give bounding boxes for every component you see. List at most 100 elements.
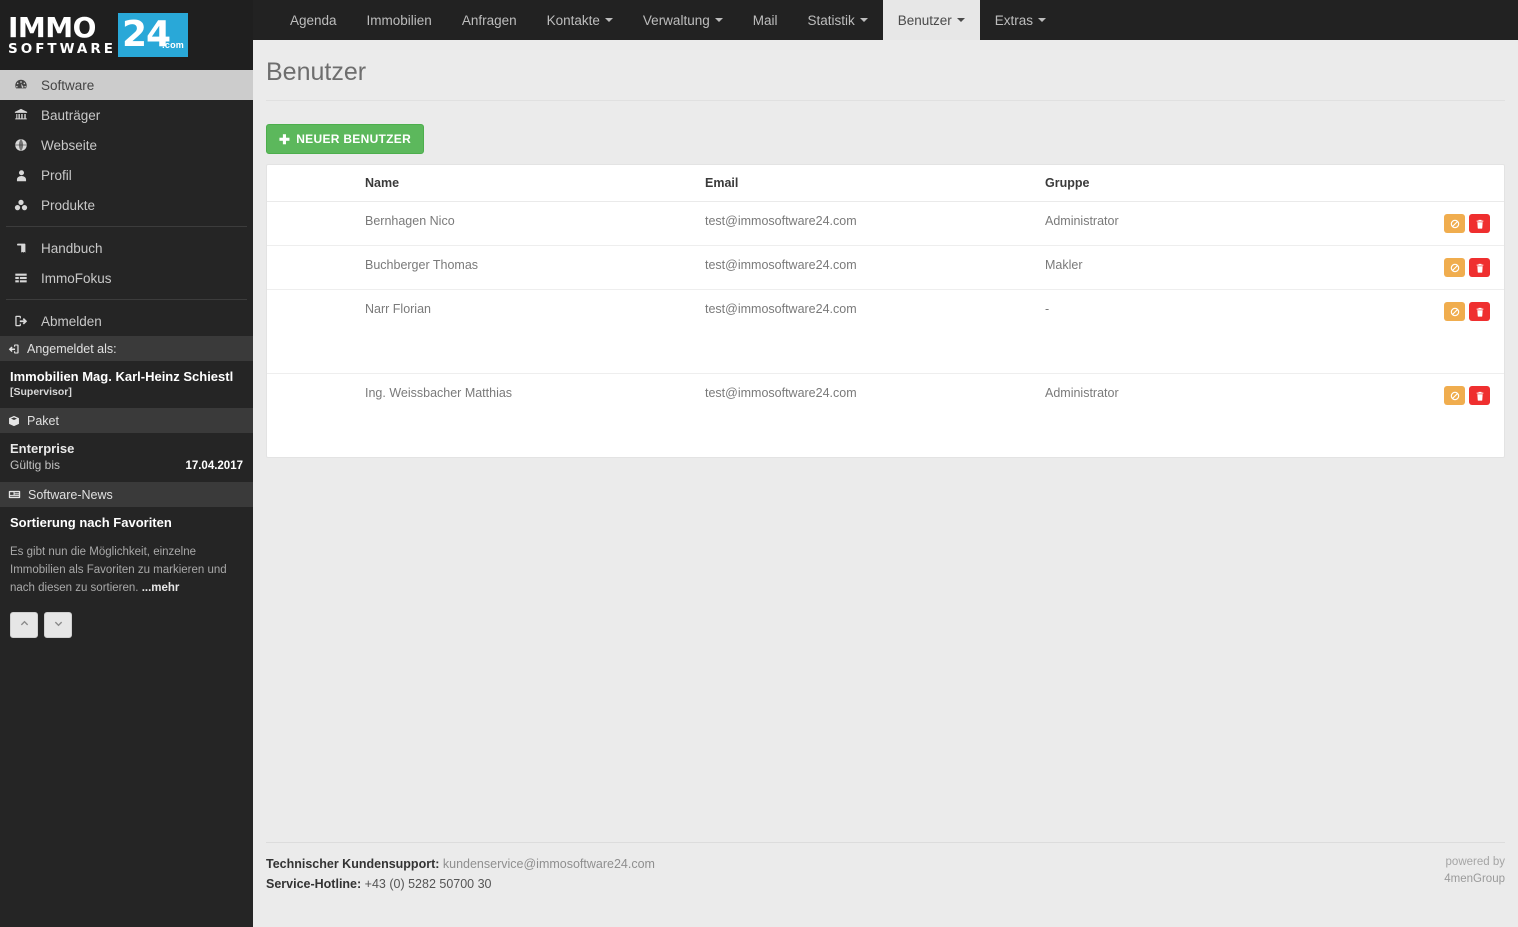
page-header: Benutzer	[266, 40, 1505, 101]
cubes-icon	[10, 198, 32, 212]
topnav-label: Mail	[752, 12, 778, 28]
table-row[interactable]: Narr Florian test@immosoftware24.com -	[267, 289, 1504, 374]
topnav-item-statistik[interactable]: Statistik	[792, 0, 882, 40]
sidebar-item-webseite[interactable]: Webseite	[0, 130, 253, 160]
topnav-item-verwaltung[interactable]: Verwaltung	[628, 0, 738, 40]
topnav-label: Statistik	[807, 12, 855, 28]
topnav-item-extras[interactable]: Extras	[980, 0, 1061, 40]
row-name: Buchberger Thomas	[357, 245, 697, 290]
row-select-cell	[267, 373, 357, 457]
logo-software-text: SOFTWARE	[8, 40, 116, 57]
news-prev-button[interactable]	[10, 611, 38, 638]
ban-user-button[interactable]	[1444, 214, 1465, 233]
row-select-cell	[267, 201, 357, 246]
users-table-head: Name Email Gruppe	[267, 165, 1504, 202]
paket-header: Paket	[0, 408, 253, 434]
news-text: Es gibt nun die Möglichkeit, einzelne Im…	[10, 544, 243, 597]
ban-icon	[1450, 219, 1460, 229]
dashboard-icon	[10, 78, 32, 92]
delete-user-button[interactable]	[1469, 302, 1490, 321]
news-more-link[interactable]: ...mehr	[142, 582, 180, 594]
row-actions-cell	[1424, 201, 1504, 246]
users-panel: Name Email Gruppe Bernhagen Nico test@im…	[266, 164, 1505, 458]
app-root: IMMO SOFTWARE 24 .com Software Bauträger…	[0, 0, 1518, 927]
topnav-item-immobilien[interactable]: Immobilien	[352, 0, 447, 40]
chevron-down-icon	[714, 18, 723, 22]
row-gruppe: Administrator	[1037, 201, 1424, 246]
row-actions	[1432, 302, 1496, 321]
table-row[interactable]: Buchberger Thomas test@immosoftware24.co…	[267, 245, 1504, 290]
paket-body: Enterprise Gültig bis 17.04.2017	[0, 433, 253, 483]
topnav-label: Verwaltung	[642, 12, 710, 28]
delete-user-button[interactable]	[1469, 214, 1490, 233]
table-row[interactable]: Ing. Weissbacher Matthias test@immosoftw…	[267, 373, 1504, 457]
news-icon	[8, 488, 21, 501]
ban-user-button[interactable]	[1444, 258, 1465, 277]
column-header-select	[267, 165, 357, 202]
row-actions	[1432, 214, 1496, 233]
row-email: test@immosoftware24.com	[697, 289, 1037, 374]
logo-com-text: .com	[162, 40, 184, 50]
topnav-item-benutzer[interactable]: Benutzer	[882, 0, 980, 40]
sidebar-item-handbuch[interactable]: Handbuch	[0, 233, 253, 263]
row-email: test@immosoftware24.com	[697, 201, 1037, 246]
sidebar-item-abmelden[interactable]: Abmelden	[0, 306, 253, 336]
row-actions-cell	[1424, 289, 1504, 374]
row-gruppe: Makler	[1037, 245, 1424, 290]
footer-hotline-line: Service-Hotline: +43 (0) 5282 50700 30	[266, 874, 655, 894]
logged-in-header: Angemeldet als:	[0, 336, 253, 361]
sidebar-item-immofokus[interactable]: ImmoFokus	[0, 263, 253, 293]
paket-valid-date: 17.04.2017	[185, 460, 243, 473]
chevron-down-icon	[859, 18, 868, 22]
sidebar-item-profil[interactable]: Profil	[0, 160, 253, 190]
logged-in-name: Immobilien Mag. Karl-Heinz Schiestl	[10, 369, 234, 384]
users-table: Name Email Gruppe Bernhagen Nico test@im…	[267, 165, 1504, 457]
row-select-cell	[267, 289, 357, 374]
sidebar: IMMO SOFTWARE 24 .com Software Bauträger…	[0, 0, 253, 927]
list-icon	[10, 271, 32, 285]
topnav-item-agenda[interactable]: Agenda	[275, 0, 352, 40]
column-header-gruppe: Gruppe	[1037, 165, 1424, 202]
row-gruppe: Administrator	[1037, 373, 1424, 457]
paket-validity-row: Gültig bis 17.04.2017	[10, 458, 243, 472]
topnav-item-mail[interactable]: Mail	[738, 0, 793, 40]
new-user-button-label: NEUER BENUTZER	[296, 132, 412, 146]
sidebar-item-software[interactable]: Software	[0, 70, 253, 100]
topnav-label: Extras	[994, 12, 1034, 28]
brand-logo: IMMO SOFTWARE 24 .com	[8, 13, 188, 57]
footer-contact: Technischer Kundensupport: kundenservice…	[266, 854, 655, 894]
logo-container[interactable]: IMMO SOFTWARE 24 .com	[0, 0, 253, 70]
delete-user-button[interactable]	[1469, 386, 1490, 405]
sidebar-divider-2	[6, 299, 247, 300]
topnav-label: Benutzer	[897, 12, 952, 28]
trash-icon	[1475, 263, 1485, 273]
footer-hotline-value: +43 (0) 5282 50700 30	[364, 877, 492, 891]
ban-user-button[interactable]	[1444, 302, 1465, 321]
row-actions-cell	[1424, 373, 1504, 457]
delete-user-button[interactable]	[1469, 258, 1490, 277]
ban-user-button[interactable]	[1444, 386, 1465, 405]
top-navigation: Agenda Immobilien Anfragen Kontakte Verw…	[253, 0, 1518, 40]
news-next-button[interactable]	[44, 611, 72, 638]
sidebar-item-bautraeger[interactable]: Bauträger	[0, 100, 253, 130]
signout-icon	[10, 314, 32, 328]
topnav-item-kontakte[interactable]: Kontakte	[532, 0, 628, 40]
logo-text: IMMO SOFTWARE	[8, 13, 116, 57]
topnav-item-anfragen[interactable]: Anfragen	[447, 0, 532, 40]
row-email: test@immosoftware24.com	[697, 373, 1037, 457]
row-select-cell	[267, 245, 357, 290]
sidebar-item-produkte[interactable]: Produkte	[0, 190, 253, 220]
sidebar-divider-1	[6, 226, 247, 227]
row-name: Bernhagen Nico	[357, 201, 697, 246]
footer-powered-brand: 4menGroup	[1444, 872, 1505, 885]
footer-support-email[interactable]: kundenservice@immosoftware24.com	[443, 857, 655, 871]
chevron-up-icon	[20, 619, 29, 631]
new-user-button[interactable]: ✚ NEUER BENUTZER	[266, 124, 425, 154]
table-row[interactable]: Bernhagen Nico test@immosoftware24.com A…	[267, 201, 1504, 246]
trash-icon	[1475, 307, 1485, 317]
plus-icon: ✚	[279, 131, 291, 147]
logo-24-box: 24 .com	[117, 13, 188, 57]
paket-header-label: Paket	[27, 413, 59, 428]
sidebar-item-label: Bauträger	[41, 107, 101, 123]
column-header-email: Email	[697, 165, 1037, 202]
